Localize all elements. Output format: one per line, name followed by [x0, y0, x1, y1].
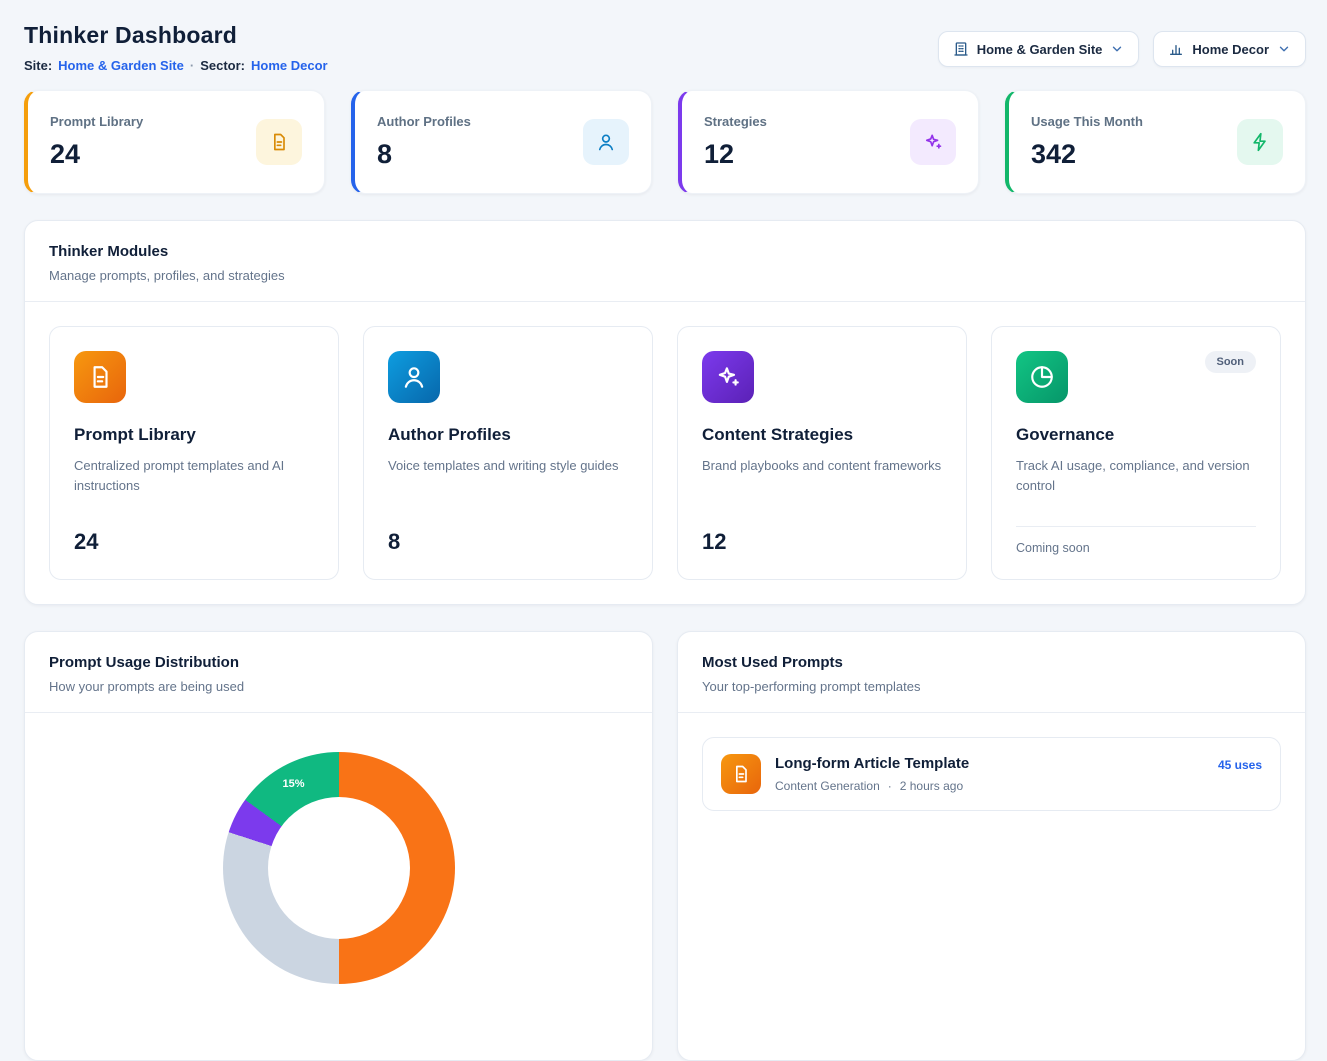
module-value: 24	[74, 529, 314, 555]
stat-label: Prompt Library	[50, 114, 143, 129]
usage-panel-subtitle: How your prompts are being used	[49, 679, 628, 694]
usage-distribution-panel: Prompt Usage Distribution How your promp…	[24, 631, 653, 1061]
sector-link[interactable]: Home Decor	[251, 58, 328, 73]
divider	[1016, 526, 1256, 527]
sector-selector-label: Home Decor	[1192, 42, 1269, 57]
prompt-meta: Content Generation · 2 hours ago	[775, 779, 1204, 793]
stat-value: 342	[1031, 139, 1143, 170]
coming-soon-text: Coming soon	[1016, 541, 1256, 555]
header-left: Thinker Dashboard Site: Home & Garden Si…	[24, 22, 328, 73]
stat-label: Strategies	[704, 114, 767, 129]
prompt-title: Long-form Article Template	[775, 755, 1204, 772]
chevron-down-icon	[1110, 42, 1124, 56]
bottom-grid: Prompt Usage Distribution How your promp…	[24, 605, 1306, 1061]
prompt-list: Long-form Article Template Content Gener…	[678, 713, 1305, 835]
donut-segment-label: 15%	[283, 778, 305, 790]
header-selectors: Home & Garden Site Home Decor	[938, 31, 1306, 67]
module-value: 12	[702, 529, 942, 555]
stat-card-prompt-library: Prompt Library 24	[24, 90, 325, 194]
stat-value: 12	[704, 139, 767, 170]
site-selector[interactable]: Home & Garden Site	[938, 31, 1140, 67]
soon-badge: Soon	[1205, 351, 1257, 373]
bar-chart-icon	[1168, 41, 1184, 57]
stat-text: Prompt Library 24	[50, 114, 143, 170]
stat-card-author-profiles: Author Profiles 8	[351, 90, 652, 194]
modules-panel: Thinker Modules Manage prompts, profiles…	[24, 220, 1306, 605]
building-icon	[953, 41, 969, 57]
user-icon	[583, 119, 629, 165]
module-value: 8	[388, 529, 628, 555]
separator-dot: ·	[190, 58, 194, 73]
modules-subtitle: Manage prompts, profiles, and strategies	[49, 268, 1281, 283]
usage-donut: 15%	[223, 752, 455, 984]
document-icon	[74, 351, 126, 403]
module-footer: Coming soon	[1016, 526, 1256, 555]
prompt-category: Content Generation	[775, 779, 880, 793]
module-description: Voice templates and writing style guides	[388, 456, 628, 476]
document-icon	[721, 754, 761, 794]
site-sector-line: Site: Home & Garden Site · Sector: Home …	[24, 58, 328, 73]
stat-value: 8	[377, 139, 471, 170]
module-top	[74, 351, 314, 403]
prompts-panel-subtitle: Your top-performing prompt templates	[702, 679, 1281, 694]
stat-card-usage: Usage This Month 342	[1005, 90, 1306, 194]
site-selector-label: Home & Garden Site	[977, 42, 1103, 57]
prompt-time: 2 hours ago	[900, 779, 963, 793]
sparkles-icon	[702, 351, 754, 403]
site-label: Site:	[24, 58, 52, 73]
module-description: Brand playbooks and content frameworks	[702, 456, 942, 476]
stats-row: Prompt Library 24 Author Profiles 8 Stra…	[24, 90, 1306, 194]
module-top: Soon	[1016, 351, 1256, 403]
chart-area: 15%	[25, 713, 652, 992]
separator-dot: ·	[888, 779, 892, 793]
module-description: Track AI usage, compliance, and version …	[1016, 456, 1256, 495]
usage-panel-head: Prompt Usage Distribution How your promp…	[25, 632, 652, 712]
sector-selector[interactable]: Home Decor	[1153, 31, 1306, 67]
module-card-governance[interactable]: Soon Governance Track AI usage, complian…	[991, 326, 1281, 580]
pie-chart-icon	[1016, 351, 1068, 403]
user-icon	[388, 351, 440, 403]
sector-label: Sector:	[200, 58, 245, 73]
usage-panel-title: Prompt Usage Distribution	[49, 654, 628, 671]
stat-value: 24	[50, 139, 143, 170]
module-title: Governance	[1016, 425, 1256, 445]
stat-text: Strategies 12	[704, 114, 767, 170]
dashboard-page: Thinker Dashboard Site: Home & Garden Si…	[0, 0, 1327, 1061]
prompts-panel-head: Most Used Prompts Your top-performing pr…	[678, 632, 1305, 712]
stat-text: Usage This Month 342	[1031, 114, 1143, 170]
module-card-content-strategies[interactable]: Content Strategies Brand playbooks and c…	[677, 326, 967, 580]
uses-badge: 45 uses	[1218, 758, 1262, 772]
module-title: Author Profiles	[388, 425, 628, 445]
bolt-icon	[1237, 119, 1283, 165]
chevron-down-icon	[1277, 42, 1291, 56]
prompt-list-item[interactable]: Long-form Article Template Content Gener…	[702, 737, 1281, 811]
sparkles-icon	[910, 119, 956, 165]
stat-text: Author Profiles 8	[377, 114, 471, 170]
stat-label: Author Profiles	[377, 114, 471, 129]
module-top	[702, 351, 942, 403]
stat-card-strategies: Strategies 12	[678, 90, 979, 194]
document-icon	[256, 119, 302, 165]
module-top	[388, 351, 628, 403]
prompts-panel-title: Most Used Prompts	[702, 654, 1281, 671]
modules-title: Thinker Modules	[49, 243, 1281, 260]
page-title: Thinker Dashboard	[24, 22, 328, 49]
site-link[interactable]: Home & Garden Site	[58, 58, 184, 73]
module-description: Centralized prompt templates and AI inst…	[74, 456, 314, 495]
module-card-prompt-library[interactable]: Prompt Library Centralized prompt templa…	[49, 326, 339, 580]
stat-label: Usage This Month	[1031, 114, 1143, 129]
modules-panel-head: Thinker Modules Manage prompts, profiles…	[25, 221, 1305, 301]
module-title: Prompt Library	[74, 425, 314, 445]
module-title: Content Strategies	[702, 425, 942, 445]
most-used-prompts-panel: Most Used Prompts Your top-performing pr…	[677, 631, 1306, 1061]
modules-grid: Prompt Library Centralized prompt templa…	[25, 302, 1305, 604]
header: Thinker Dashboard Site: Home & Garden Si…	[24, 22, 1306, 73]
module-card-author-profiles[interactable]: Author Profiles Voice templates and writ…	[363, 326, 653, 580]
prompt-body: Long-form Article Template Content Gener…	[775, 755, 1204, 793]
